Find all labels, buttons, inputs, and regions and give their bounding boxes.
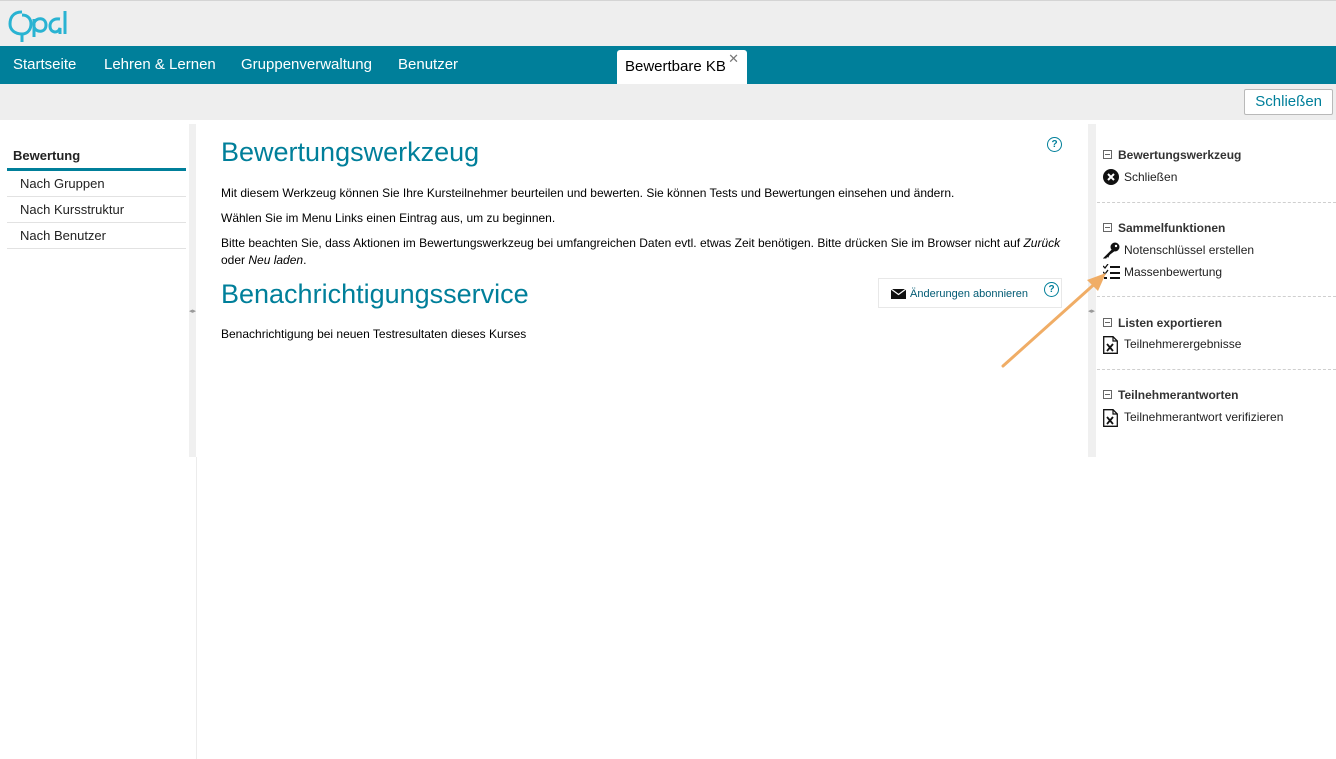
main-divider — [196, 457, 197, 759]
main-navigation: Startseite Lehren & Lernen Gruppenverwal… — [0, 46, 1336, 84]
section-header-sammelfunktionen[interactable]: Sammelfunktionen — [1103, 221, 1225, 235]
left-menu-item-nach-gruppen[interactable]: Nach Gruppen — [7, 171, 186, 197]
left-menu-item-nach-kursstruktur[interactable]: Nach Kursstruktur — [7, 197, 186, 223]
collapse-icon[interactable] — [1103, 390, 1112, 399]
section-header-teilnehmerantworten[interactable]: Teilnehmerantworten — [1103, 388, 1238, 402]
instruction-paragraph: Wählen Sie im Menu Links einen Eintrag a… — [221, 211, 556, 225]
nav-item-startseite[interactable]: Startseite — [13, 46, 76, 84]
section-title: Sammelfunktionen — [1118, 221, 1226, 235]
notification-title: Benachrichtigungsservice — [221, 279, 529, 309]
warning-text: Bitte beachten Sie, dass Aktionen im Bew… — [221, 236, 1024, 250]
collapse-icon[interactable] — [1103, 150, 1112, 159]
opal-logo[interactable] — [8, 7, 80, 48]
top-bar — [0, 0, 1336, 46]
left-menu: Bewertung Nach Gruppen Nach Kursstruktur… — [7, 144, 186, 249]
neu-laden-text: Neu laden — [248, 253, 304, 267]
tab-bewertbare-kb[interactable]: Bewertbare KB ✕ — [617, 50, 747, 84]
close-button[interactable]: Schließen — [1244, 89, 1333, 115]
section-title: Teilnehmerantworten — [1118, 388, 1239, 402]
section-header-bewertungswerkzeug[interactable]: Bewertungswerkzeug — [1103, 148, 1241, 162]
sidebar-item-label: Teilnehmerergebnisse — [1124, 337, 1242, 351]
section-divider — [1097, 369, 1336, 370]
sidebar-item-label: Teilnehmerantwort verifizieren — [1124, 410, 1284, 424]
toolbar: Schließen — [0, 84, 1336, 120]
section-title: Listen exportieren — [1118, 316, 1223, 330]
section-divider — [1097, 296, 1336, 297]
splitter-grip-icon: ◂▸ — [189, 308, 197, 315]
close-circle-icon — [1103, 169, 1119, 185]
intro-paragraph: Mit diesem Werkzeug können Sie Ihre Kurs… — [221, 186, 955, 200]
warning-paragraph: Bitte beachten Sie, dass Aktionen im Bew… — [221, 235, 1061, 269]
sidebar-item-label: Massenbewertung — [1124, 265, 1223, 279]
oder-text: oder — [221, 253, 249, 267]
section-title: Bewertungswerkzeug — [1118, 148, 1242, 162]
notification-text: Benachrichtigung bei neuen Testresultate… — [221, 327, 527, 341]
envelope-icon — [891, 289, 906, 299]
section-divider — [1097, 202, 1336, 203]
nav-item-lehren-lernen[interactable]: Lehren & Lernen — [104, 46, 216, 84]
nav-item-benutzer[interactable]: Benutzer — [398, 46, 458, 84]
close-icon[interactable]: ✕ — [728, 52, 739, 66]
key-icon — [1103, 242, 1120, 259]
period-text: . — [303, 253, 307, 267]
zurueck-text: Zurück — [1023, 236, 1061, 250]
sidebar-item-label: Notenschlüssel erstellen — [1124, 243, 1255, 257]
excel-file-icon — [1103, 409, 1118, 427]
nav-item-gruppenverwaltung[interactable]: Gruppenverwaltung — [241, 46, 372, 84]
page-title: Bewertungswerkzeug — [221, 137, 480, 167]
annotation-arrow-icon — [1001, 273, 1106, 368]
help-icon[interactable]: ? — [1047, 137, 1062, 152]
section-header-listen-exportieren[interactable]: Listen exportieren — [1103, 316, 1222, 330]
left-menu-item-nach-benutzer[interactable]: Nach Benutzer — [7, 223, 186, 249]
collapse-icon[interactable] — [1103, 223, 1112, 232]
left-splitter[interactable]: ◂▸ — [189, 124, 196, 457]
sidebar-item-label: Schließen — [1124, 170, 1178, 184]
left-menu-heading[interactable]: Bewertung — [7, 144, 186, 171]
tab-label: Bewertbare KB — [625, 58, 726, 75]
